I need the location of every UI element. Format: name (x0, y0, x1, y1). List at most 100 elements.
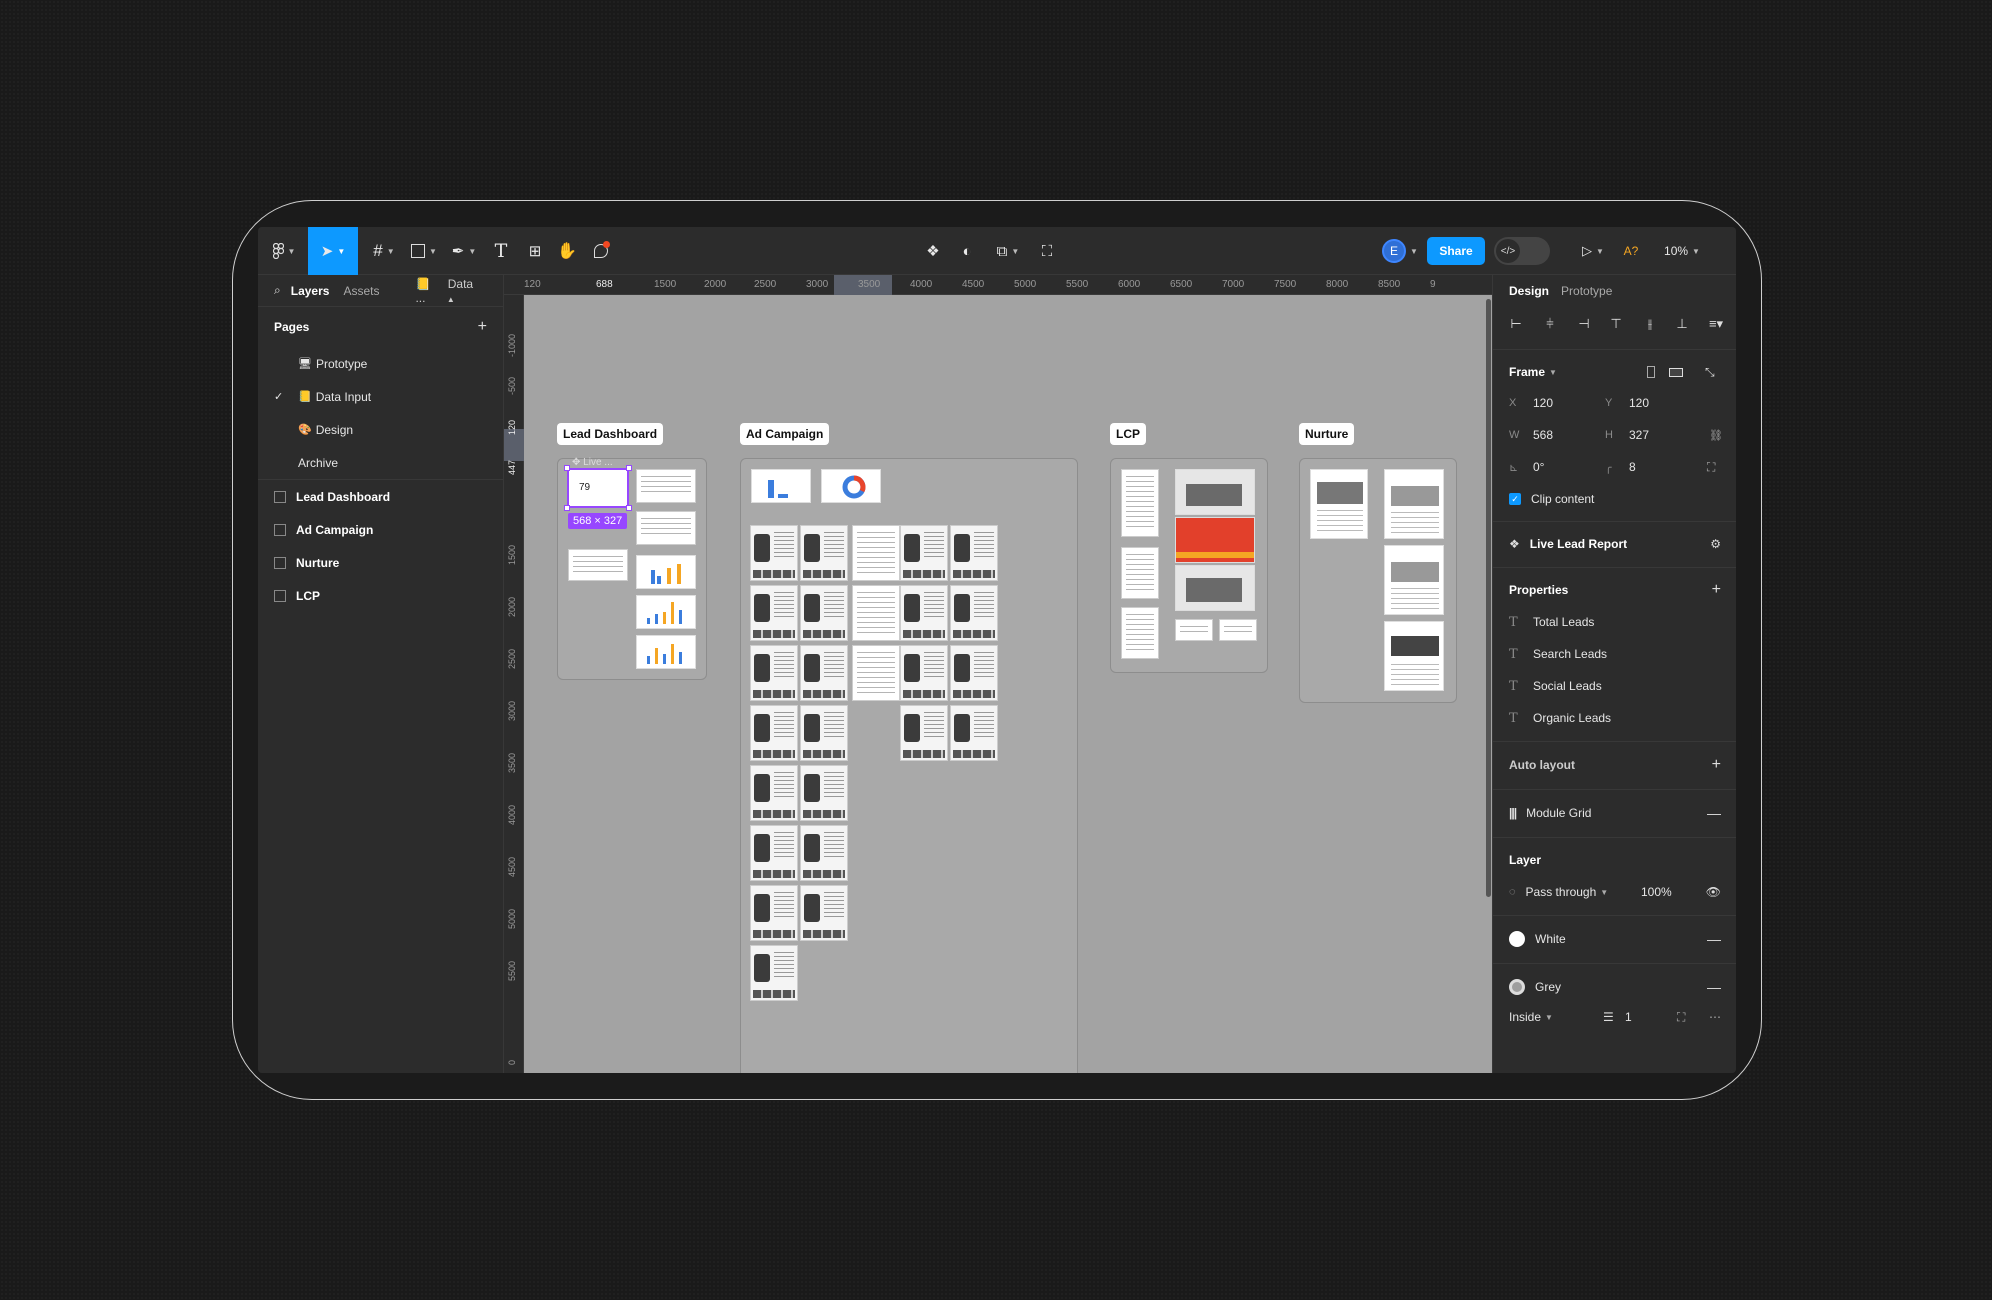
resize-handle[interactable] (564, 505, 570, 511)
boolean-button[interactable]: ⧉ ▼ (988, 227, 1028, 275)
tab-assets[interactable]: Assets (343, 284, 379, 298)
email-thumbnail[interactable] (1384, 545, 1444, 615)
landscape-icon[interactable] (1669, 367, 1683, 377)
bar-chart-thumbnail[interactable] (636, 635, 696, 669)
layer-item-nurture[interactable]: Nurture (258, 546, 503, 579)
avatar-button[interactable]: E ▼ (1380, 227, 1420, 275)
main-menu-button[interactable]: ▼ (266, 227, 302, 275)
bar-chart-thumbnail[interactable] (636, 595, 696, 629)
resize-handle[interactable] (626, 465, 632, 471)
stroke-swatch[interactable] (1509, 979, 1525, 995)
ad-frame-thumbnail[interactable] (800, 825, 848, 881)
ad-frame-thumbnail[interactable] (800, 885, 848, 941)
share-button[interactable]: Share (1427, 237, 1485, 265)
chart-thumbnail[interactable] (751, 469, 811, 503)
ad-frame-thumbnail[interactable] (950, 585, 998, 641)
independent-corners-icon[interactable]: ⛶ (1707, 460, 1715, 475)
frame-title[interactable]: Frame (1509, 365, 1545, 379)
move-tool-button[interactable]: ➤ ▼ (308, 227, 358, 275)
align-right-icon[interactable]: ⊣ (1577, 317, 1591, 331)
frame-thumbnail[interactable] (1121, 607, 1159, 659)
text-tool-button[interactable]: T (486, 227, 516, 275)
portrait-icon[interactable] (1647, 366, 1655, 378)
resize-to-fit-icon[interactable]: ⤡ (1705, 365, 1715, 380)
page-item-prototype[interactable]: 🖥 Prototype (258, 347, 503, 380)
remove-fill-icon[interactable]: — (1707, 931, 1721, 947)
ad-frame-thumbnail[interactable] (800, 585, 848, 641)
distribute-icon[interactable]: ≡▾ (1705, 317, 1727, 331)
section-label-nurture[interactable]: Nurture (1299, 423, 1355, 445)
page-item-archive[interactable]: Archive (258, 446, 503, 479)
remove-stroke-icon[interactable]: — (1707, 979, 1721, 995)
frame-thumbnail[interactable] (568, 549, 628, 581)
add-auto-layout-icon[interactable]: + (1712, 756, 1721, 774)
more-options-icon[interactable]: ⋯ (1709, 1010, 1721, 1024)
ad-frame-thumbnail[interactable] (950, 525, 998, 581)
frame-thumbnail[interactable] (1121, 469, 1159, 537)
property-social-leads[interactable]: T Social Leads (1493, 671, 1736, 701)
ad-frame-thumbnail[interactable] (750, 645, 798, 701)
ad-frame-thumbnail[interactable] (750, 825, 798, 881)
property-search-leads[interactable]: T Search Leads (1493, 639, 1736, 669)
stroke-position-select[interactable]: Inside (1509, 1010, 1541, 1024)
adjust-icon[interactable]: ⚙ (1710, 537, 1721, 551)
donut-thumbnail[interactable] (821, 469, 881, 503)
section-label-ad-campaign[interactable]: Ad Campaign (740, 423, 830, 445)
corner-radius-input[interactable]: 8 (1629, 460, 1636, 474)
section-label-lead-dashboard[interactable]: Lead Dashboard (557, 423, 664, 445)
dev-mode-toggle[interactable]: </> (1494, 237, 1550, 265)
image-thumbnail[interactable] (1175, 565, 1255, 611)
ad-frame-thumbnail[interactable] (950, 705, 998, 761)
opacity-input[interactable]: 100% (1641, 885, 1672, 899)
page-item-data-input[interactable]: ✓ 📒 Data Input (258, 380, 503, 413)
h-input[interactable]: 327 (1629, 428, 1649, 442)
align-bottom-icon[interactable]: ⊥ (1675, 317, 1689, 331)
align-center-h-icon[interactable]: ⫩ (1543, 317, 1557, 331)
ad-frame-thumbnail[interactable] (800, 765, 848, 821)
x-input[interactable]: 120 (1533, 396, 1553, 410)
ad-frame-thumbnail[interactable] (750, 765, 798, 821)
email-thumbnail[interactable] (1384, 469, 1444, 539)
bar-chart-thumbnail[interactable] (636, 555, 696, 589)
mask-button[interactable]: ◐ (952, 227, 982, 275)
ad-frame-thumbnail[interactable] (900, 585, 948, 641)
email-thumbnail[interactable] (1310, 469, 1368, 539)
image-thumbnail[interactable] (1175, 517, 1255, 563)
resize-handle[interactable] (564, 465, 570, 471)
stroke-weight-input[interactable]: 1 (1625, 1010, 1632, 1024)
ad-frame-thumbnail[interactable] (800, 705, 848, 761)
page-selector[interactable]: 📒 Data ... ▲ (415, 277, 489, 305)
ad-frame-thumbnail[interactable] (800, 525, 848, 581)
ad-frame-thumbnail[interactable] (900, 645, 948, 701)
ad-frame-thumbnail[interactable] (750, 945, 798, 1001)
clip-content-checkbox[interactable]: ✓ (1509, 493, 1521, 505)
pen-tool-button[interactable]: ✒ ▼ (446, 227, 482, 275)
frame-thumbnail[interactable] (1121, 547, 1159, 599)
frame-thumbnail[interactable] (1219, 619, 1257, 641)
add-property-icon[interactable]: + (1712, 581, 1721, 599)
zoom-menu[interactable]: 10% ▼ (1654, 227, 1710, 275)
rotation-input[interactable]: 0° (1533, 460, 1544, 474)
canvas-scrollbar[interactable] (1486, 299, 1491, 897)
stroke-row-grey[interactable]: Grey — (1493, 971, 1736, 1003)
fill-swatch[interactable] (1509, 931, 1525, 947)
layout-grid-row[interactable]: ||| Module Grid — (1493, 797, 1736, 829)
section-lcp[interactable] (1110, 458, 1268, 673)
component-button[interactable]: ❖ (918, 227, 948, 275)
property-organic-leads[interactable]: T Organic Leads (1493, 703, 1736, 733)
property-total-leads[interactable]: T Total Leads (1493, 607, 1736, 637)
hand-tool-button[interactable]: ✋ (552, 227, 582, 275)
image-thumbnail[interactable] (1175, 469, 1255, 515)
eye-icon[interactable]: 👁 (1706, 885, 1721, 899)
frame-thumbnail[interactable] (636, 469, 696, 503)
resize-handle[interactable] (626, 505, 632, 511)
frame-thumbnail[interactable] (1175, 619, 1213, 641)
ad-frame-thumbnail[interactable] (852, 585, 900, 641)
email-thumbnail[interactable] (1384, 621, 1444, 691)
section-label-lcp[interactable]: LCP (1110, 423, 1146, 445)
align-top-icon[interactable]: ⊤ (1609, 317, 1623, 331)
ad-frame-thumbnail[interactable] (852, 645, 900, 701)
comment-tool-button[interactable] (586, 227, 616, 275)
ad-frame-thumbnail[interactable] (852, 525, 900, 581)
shape-tool-button[interactable]: ▼ (406, 227, 442, 275)
